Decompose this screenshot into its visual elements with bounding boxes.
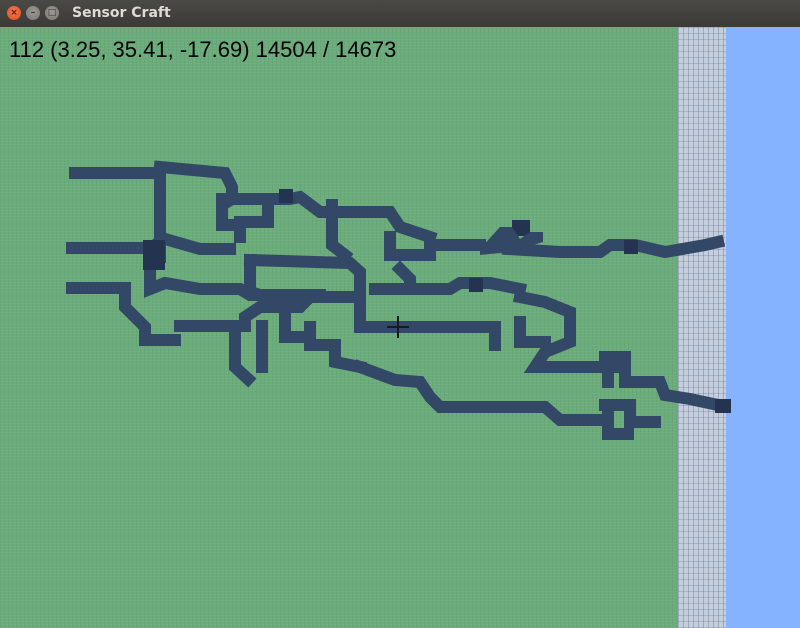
block xyxy=(469,278,483,292)
block-path xyxy=(352,359,611,426)
block-path xyxy=(409,277,528,297)
maximize-icon: □ xyxy=(47,8,57,18)
block-path xyxy=(279,311,306,343)
crosshair-icon xyxy=(387,316,409,338)
block-path xyxy=(229,320,257,388)
block xyxy=(624,240,638,254)
close-icon: × xyxy=(10,8,18,18)
block xyxy=(715,399,731,413)
block xyxy=(143,240,165,270)
block-path xyxy=(501,234,726,259)
block-path xyxy=(384,231,486,261)
block-path xyxy=(369,260,416,295)
maximize-button[interactable]: □ xyxy=(45,6,59,20)
close-button[interactable]: × xyxy=(7,6,21,20)
title-bar: × – □ Sensor Craft xyxy=(0,0,800,28)
block-path xyxy=(234,201,274,243)
game-viewport[interactable]: 112 (3.25, 35.41, -17.69) 14504 / 14673 xyxy=(0,27,800,628)
block-path xyxy=(359,321,501,351)
block-path xyxy=(144,261,326,301)
app-window: × – □ Sensor Craft 112 (3.25, 35.41, -17… xyxy=(0,0,800,628)
block-path xyxy=(514,316,551,348)
block-path xyxy=(304,321,368,375)
window-title: Sensor Craft xyxy=(72,5,171,21)
block-path xyxy=(599,351,726,413)
block xyxy=(279,189,293,203)
minimize-button[interactable]: – xyxy=(26,6,40,20)
minimize-icon: – xyxy=(30,8,36,18)
hud-readout: 112 (3.25, 35.41, -17.69) 14504 / 14673 xyxy=(9,37,397,62)
block-path xyxy=(66,282,181,346)
